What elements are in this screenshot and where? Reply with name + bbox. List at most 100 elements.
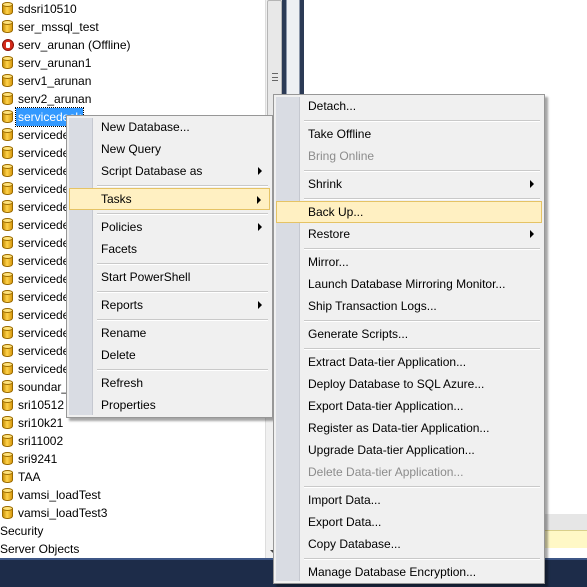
- menu-item-label: Shrink: [308, 177, 343, 191]
- menu-separator: [304, 248, 540, 250]
- menu-separator: [97, 319, 268, 321]
- tree-item-label: serv1_arunan: [18, 74, 92, 88]
- submenu-arrow-icon: [530, 230, 534, 238]
- database-icon: [2, 182, 13, 196]
- menu-item-tasks[interactable]: Tasks: [69, 188, 270, 210]
- menu-item-extract-data-tier-application[interactable]: Extract Data-tier Application...: [276, 351, 542, 373]
- menu-item-restore[interactable]: Restore: [276, 223, 542, 245]
- menu-item-label: Delete Data-tier Application...: [308, 465, 464, 479]
- tree-item-label: sri10k21: [18, 416, 64, 430]
- menu-item-label: Properties: [101, 398, 156, 412]
- tree-item-database[interactable]: ser_mssql_test: [0, 18, 265, 36]
- menu-item-start-powershell[interactable]: Start PowerShell: [69, 266, 270, 288]
- tree-item-label: sri11002: [18, 434, 64, 448]
- tree-item-database[interactable]: vamsi_loadTest: [0, 486, 265, 504]
- menu-item-facets[interactable]: Facets: [69, 238, 270, 260]
- tree-item-label: sdsri10510: [18, 2, 77, 16]
- tree-item-database[interactable]: vamsi_loadTest3: [0, 504, 265, 522]
- tree-item-label: Security: [0, 524, 44, 538]
- menu-item-export-data-tier-application[interactable]: Export Data-tier Application...: [276, 395, 542, 417]
- menu-item-deploy-database-to-sql-azure[interactable]: Deploy Database to SQL Azure...: [276, 373, 542, 395]
- tree-item-label: TAA: [18, 470, 41, 484]
- menu-separator: [304, 320, 540, 322]
- database-icon: [2, 164, 13, 178]
- menu-item-label: Reports: [101, 298, 144, 312]
- menu-item-policies[interactable]: Policies: [69, 216, 270, 238]
- menu-item-label: Launch Database Mirroring Monitor...: [308, 277, 506, 291]
- menu-item-label: Extract Data-tier Application...: [308, 355, 467, 369]
- database-icon: [2, 110, 13, 124]
- database-icon: [2, 362, 13, 376]
- menu-separator: [304, 348, 540, 350]
- database-icon: [2, 2, 13, 16]
- database-icon: [2, 398, 13, 412]
- menu-item-label: Register as Data-tier Application...: [308, 421, 490, 435]
- menu-item-take-offline[interactable]: Take Offline: [276, 123, 542, 145]
- menu-item-rename[interactable]: Rename: [69, 322, 270, 344]
- submenu-arrow-icon: [257, 196, 261, 204]
- menu-separator: [304, 170, 540, 172]
- tree-item-label: Server Objects: [0, 542, 80, 556]
- menu-item-mirror[interactable]: Mirror...: [276, 251, 542, 273]
- menu-item-ship-transaction-logs[interactable]: Ship Transaction Logs...: [276, 295, 542, 317]
- menu-item-refresh[interactable]: Refresh: [69, 372, 270, 394]
- database-icon: [2, 146, 13, 160]
- database-icon: [2, 344, 13, 358]
- offline-database-icon: [2, 39, 14, 51]
- menu-item-register-as-data-tier-application[interactable]: Register as Data-tier Application...: [276, 417, 542, 439]
- menu-item-label: Ship Transaction Logs...: [308, 299, 437, 313]
- menu-item-label: Copy Database...: [308, 537, 401, 551]
- menu-item-label: Detach...: [308, 99, 357, 113]
- menu-item-label: Script Database as: [101, 164, 203, 178]
- tasks-submenu: Detach... Take Offline Bring Online Shrink B…: [273, 94, 545, 584]
- menu-item-import-data[interactable]: Import Data...: [276, 489, 542, 511]
- database-icon: [2, 272, 13, 286]
- database-icon: [2, 128, 13, 142]
- tree-item-database[interactable]: sri9241: [0, 450, 265, 468]
- menu-item-reports[interactable]: Reports: [69, 294, 270, 316]
- menu-separator: [97, 263, 268, 265]
- menu-item-label: Mirror...: [308, 255, 349, 269]
- tree-item-folder[interactable]: Security: [0, 522, 265, 540]
- menu-item-export-data[interactable]: Export Data...: [276, 511, 542, 533]
- submenu-arrow-icon: [258, 167, 262, 175]
- menu-item-label: Rename: [101, 326, 147, 340]
- tree-item-label: serv2_arunan: [18, 92, 92, 106]
- menu-item-label: Facets: [101, 242, 138, 256]
- tree-item-database[interactable]: serv2_arunan: [0, 90, 265, 108]
- menu-item-properties[interactable]: Properties: [69, 394, 270, 416]
- menu-item-detach[interactable]: Detach...: [276, 95, 542, 117]
- database-context-menu: New Database... New Query Script Database …: [66, 115, 273, 418]
- menu-item-manage-database-encryption[interactable]: Manage Database Encryption...: [276, 561, 542, 583]
- tree-item-database[interactable]: sdsri10510: [0, 0, 265, 18]
- tree-item-database[interactable]: serv1_arunan: [0, 72, 265, 90]
- menu-item-upgrade-data-tier-application[interactable]: Upgrade Data-tier Application...: [276, 439, 542, 461]
- menu-separator: [97, 291, 268, 293]
- tree-item-label: sri10512: [18, 398, 65, 412]
- menu-item-generate-scripts[interactable]: Generate Scripts...: [276, 323, 542, 345]
- tree-item-database[interactable]: serv_arunan (Offline): [0, 36, 265, 54]
- menu-separator: [97, 213, 268, 215]
- menu-item-launch-database-mirroring-monitor[interactable]: Launch Database Mirroring Monitor...: [276, 273, 542, 295]
- menu-item-new-query[interactable]: New Query: [69, 138, 270, 160]
- menu-item-script-database-as[interactable]: Script Database as: [69, 160, 270, 182]
- tree-item-database[interactable]: serv_arunan1: [0, 54, 265, 72]
- menu-item-label: Take Offline: [308, 127, 372, 141]
- submenu-arrow-icon: [258, 301, 262, 309]
- tree-item-label: vamsi_loadTest3: [18, 506, 108, 520]
- tree-item-database[interactable]: sri11002: [0, 432, 265, 450]
- menu-item-label: Start PowerShell: [101, 270, 191, 284]
- menu-item-delete[interactable]: Delete: [69, 344, 270, 366]
- menu-item-new-database[interactable]: New Database...: [69, 116, 270, 138]
- menu-item-copy-database[interactable]: Copy Database...: [276, 533, 542, 555]
- tree-item-folder[interactable]: Server Objects: [0, 540, 265, 558]
- tree-item-database[interactable]: TAA: [0, 468, 265, 486]
- menu-item-label: Policies: [101, 220, 143, 234]
- submenu-arrow-icon: [530, 180, 534, 188]
- menu-item-label: Export Data-tier Application...: [308, 399, 464, 413]
- menu-item-back-up[interactable]: Back Up...: [276, 201, 542, 223]
- database-icon: [2, 416, 13, 430]
- menu-separator: [304, 558, 540, 560]
- database-icon: [2, 434, 13, 448]
- menu-item-shrink[interactable]: Shrink: [276, 173, 542, 195]
